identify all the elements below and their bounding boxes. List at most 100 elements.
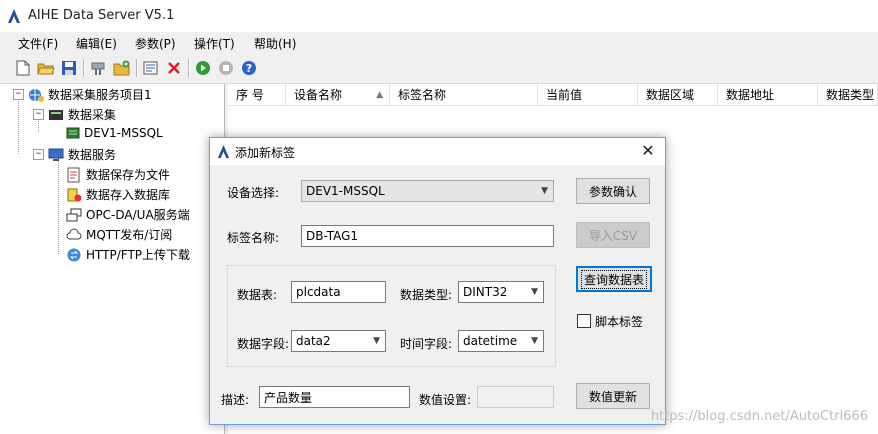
value-setting-input[interactable] bbox=[477, 386, 554, 408]
start-icon[interactable] bbox=[194, 59, 212, 77]
folder-add-icon[interactable] bbox=[113, 59, 131, 77]
title-bar: AIHE Data Server V5.1 bbox=[0, 0, 878, 33]
tree-item-http[interactable]: HTTP/FTP上传下载 bbox=[66, 246, 190, 263]
properties-icon[interactable] bbox=[142, 59, 160, 77]
tree-item-device[interactable]: DEV1-MSSQL bbox=[66, 126, 163, 140]
collapse-icon[interactable]: − bbox=[33, 149, 44, 160]
query-table-label: 查询数据表 bbox=[580, 269, 647, 289]
device-select[interactable]: DEV1-MSSQL ▼ bbox=[301, 180, 554, 202]
value-setting-label: 数值设置: bbox=[419, 393, 472, 407]
field-label: 数据字段: bbox=[237, 337, 290, 351]
save-file-icon bbox=[67, 167, 80, 182]
close-icon[interactable]: ✕ bbox=[638, 142, 658, 160]
device-select-value: DEV1-MSSQL bbox=[306, 184, 385, 198]
data-type-label: 数据类型: bbox=[400, 288, 453, 302]
app-logo-icon bbox=[8, 9, 20, 23]
menu-bar: 文件(F) 编辑(E) 参数(P) 操作(T) 帮助(H) bbox=[0, 32, 878, 54]
tree-root[interactable]: − 数据采集服务项目1 bbox=[13, 86, 152, 103]
table-label: 数据表: bbox=[237, 288, 278, 302]
add-tag-dialog: 添加新标签 ✕ 设备选择: DEV1-MSSQL ▼ 参数确认 标签名称: DB… bbox=[209, 137, 666, 425]
script-tag-checkbox[interactable] bbox=[577, 314, 591, 328]
open-folder-icon[interactable] bbox=[37, 59, 55, 77]
new-file-icon[interactable] bbox=[14, 59, 32, 77]
query-table-button[interactable]: 查询数据表 bbox=[576, 266, 652, 292]
tree-label: HTTP/FTP上传下载 bbox=[86, 248, 191, 262]
col-header-type[interactable]: 数据类型 bbox=[818, 84, 878, 106]
tree-label: 数据保存为文件 bbox=[86, 168, 171, 182]
script-tag-label[interactable]: 脚本标签 bbox=[595, 313, 643, 330]
import-csv-button[interactable]: 导入CSV bbox=[576, 222, 650, 248]
field-select[interactable]: data2 ▼ bbox=[291, 330, 386, 352]
col-header-device[interactable]: 设备名称 ▲ bbox=[286, 84, 390, 106]
help-icon[interactable]: ? bbox=[240, 59, 258, 77]
menu-file[interactable]: 文件(F) bbox=[14, 35, 62, 52]
computer-icon bbox=[48, 148, 64, 161]
toolbar-separator bbox=[83, 59, 85, 77]
col-header-device-label: 设备名称 bbox=[294, 88, 343, 102]
description-label: 描述: bbox=[221, 393, 250, 407]
collect-icon bbox=[49, 109, 63, 120]
database-icon bbox=[67, 188, 82, 201]
tree-label: 数据采集 bbox=[68, 108, 117, 122]
delete-icon[interactable] bbox=[165, 59, 183, 77]
tree-label: 数据服务 bbox=[68, 148, 117, 162]
col-header-area[interactable]: 数据区域 bbox=[638, 84, 718, 106]
transfer-icon bbox=[67, 248, 81, 261]
time-field-select[interactable]: datetime ▼ bbox=[458, 330, 544, 352]
app-logo-icon bbox=[217, 144, 230, 159]
tree-label: 数据存入数据库 bbox=[86, 188, 171, 202]
tag-name-input[interactable]: DB-TAG1 bbox=[301, 225, 554, 247]
time-field-label: 时间字段: bbox=[400, 337, 453, 351]
tree-root-label: 数据采集服务项目1 bbox=[48, 88, 152, 102]
chevron-down-icon: ▼ bbox=[531, 336, 538, 346]
col-header-address[interactable]: 数据地址 bbox=[718, 84, 818, 106]
watermark: https://blog.csdn.net/AutoCtrl666 bbox=[650, 409, 868, 424]
data-type-value: DINT32 bbox=[463, 285, 508, 299]
col-header-value[interactable]: 当前值 bbox=[538, 84, 638, 106]
tree-item-data-collect[interactable]: − 数据采集 bbox=[33, 106, 116, 123]
tag-name-label: 标签名称: bbox=[227, 231, 280, 245]
toolbar-separator bbox=[136, 59, 138, 77]
sort-up-icon: ▲ bbox=[376, 90, 383, 100]
save-icon[interactable] bbox=[60, 59, 78, 77]
toolbar: ? bbox=[0, 54, 878, 84]
description-input[interactable]: 产品数量 bbox=[259, 386, 410, 408]
tree-item-opc[interactable]: OPC-DA/UA服务端 bbox=[66, 206, 190, 223]
tree-item-data-service[interactable]: − 数据服务 bbox=[33, 146, 116, 163]
tree-label: DEV1-MSSQL bbox=[84, 126, 163, 140]
collapse-icon[interactable]: − bbox=[33, 109, 44, 120]
collapse-icon[interactable]: − bbox=[13, 89, 24, 100]
value-update-button[interactable]: 数值更新 bbox=[576, 383, 650, 409]
col-header-index[interactable]: 序 号 bbox=[228, 84, 286, 106]
tree-label: OPC-DA/UA服务端 bbox=[86, 208, 190, 222]
menu-help[interactable]: 帮助(H) bbox=[250, 35, 300, 52]
opc-icon bbox=[66, 208, 82, 221]
time-field-value: datetime bbox=[463, 334, 518, 348]
menu-operate[interactable]: 操作(T) bbox=[190, 35, 239, 52]
cloud-icon bbox=[66, 228, 82, 239]
tree-item-mqtt[interactable]: MQTT发布/订阅 bbox=[66, 226, 172, 243]
menu-params[interactable]: 参数(P) bbox=[131, 35, 180, 52]
chevron-down-icon: ▼ bbox=[373, 336, 380, 346]
param-confirm-button[interactable]: 参数确认 bbox=[576, 178, 650, 204]
stop-icon[interactable] bbox=[217, 59, 235, 77]
svg-text:?: ? bbox=[246, 62, 252, 75]
tree-item-save-file[interactable]: 数据保存为文件 bbox=[66, 166, 170, 183]
table-input[interactable]: plcdata bbox=[291, 281, 386, 303]
tool-icon[interactable] bbox=[90, 59, 108, 77]
tree-guide-line bbox=[18, 98, 19, 154]
menu-edit[interactable]: 编辑(E) bbox=[72, 35, 121, 52]
project-icon bbox=[29, 88, 44, 102]
chevron-down-icon: ▼ bbox=[531, 287, 538, 297]
data-type-select[interactable]: DINT32 ▼ bbox=[458, 281, 544, 303]
tree-label: MQTT发布/订阅 bbox=[86, 228, 173, 242]
dialog-title: 添加新标签 bbox=[235, 146, 296, 160]
chevron-down-icon: ▼ bbox=[541, 186, 548, 196]
device-icon bbox=[66, 127, 80, 139]
field-value: data2 bbox=[296, 334, 331, 348]
app-title: AIHE Data Server V5.1 bbox=[28, 8, 175, 23]
dialog-title-bar: 添加新标签 ✕ bbox=[210, 138, 665, 165]
tree-item-database[interactable]: 数据存入数据库 bbox=[66, 186, 170, 203]
col-header-tag[interactable]: 标签名称 bbox=[390, 84, 538, 106]
toolbar-separator bbox=[188, 59, 190, 77]
